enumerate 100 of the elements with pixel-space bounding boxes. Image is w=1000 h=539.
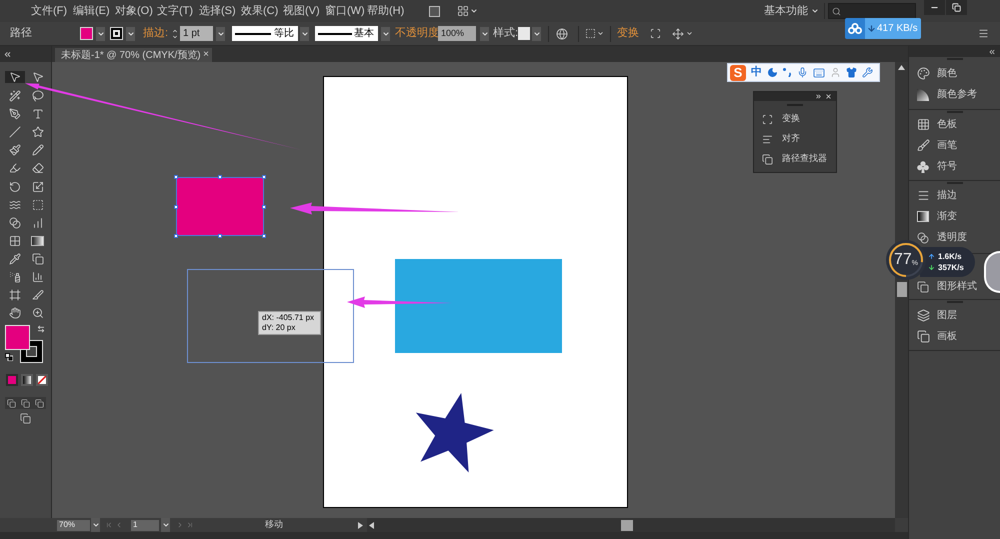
artboard-field[interactable]: 1 <box>131 520 159 530</box>
panel-item[interactable]: 路径查找器 <box>754 149 836 169</box>
menu-item[interactable]: 视图(V) <box>283 2 325 20</box>
panel-item[interactable]: 渐变 <box>916 210 957 223</box>
menu-item[interactable]: 帮助(H) <box>367 2 409 20</box>
style-swatch[interactable] <box>518 27 530 40</box>
swatch-grid-icon <box>916 118 930 131</box>
close-tab-button[interactable]: × <box>203 50 209 60</box>
caret-icon <box>162 521 170 529</box>
scroll-left-icon[interactable] <box>369 522 374 528</box>
panel-item[interactable]: 颜色参考 <box>916 88 977 101</box>
fill-color-box[interactable] <box>5 325 30 350</box>
stroke-weight-field[interactable]: 1 pt <box>180 26 213 41</box>
panel-item[interactable]: 变换 <box>754 109 836 129</box>
ime-mode-button[interactable]: 中 <box>751 67 762 78</box>
gradient-mode-button[interactable] <box>21 374 33 386</box>
draw-mode-button[interactable] <box>33 397 46 410</box>
scroll-up-icon[interactable] <box>898 65 905 70</box>
dropdown-button[interactable] <box>480 26 489 40</box>
selection-handle[interactable] <box>262 234 266 238</box>
horizontal-scrollbar[interactable] <box>367 518 895 532</box>
menu-item[interactable]: 文件(F) <box>31 2 73 20</box>
eyedropper-icon <box>8 252 20 265</box>
slash-line-icon <box>8 126 20 138</box>
caret-icon <box>811 7 819 15</box>
layers-icon <box>916 309 930 322</box>
rotate-icon <box>8 180 20 193</box>
dropdown-button[interactable] <box>532 26 541 40</box>
panel-item[interactable]: 符号 <box>916 160 957 173</box>
last-page-icon <box>186 521 194 529</box>
selection-handle[interactable] <box>174 175 178 179</box>
workspace-switcher[interactable]: 基本功能 <box>764 2 819 20</box>
paintbrush-icon <box>8 144 20 156</box>
selection-handle[interactable] <box>174 234 178 238</box>
overlapping-squares-icon <box>916 330 930 343</box>
align-left-icon <box>762 134 773 144</box>
width-profile-dropdown[interactable]: 等比 <box>232 26 298 41</box>
menu-item[interactable]: 对象(O) <box>115 2 157 20</box>
menu-item[interactable]: 编辑(E) <box>73 2 115 20</box>
selection-handle[interactable] <box>262 204 266 208</box>
dropdown-button[interactable] <box>300 26 309 40</box>
brush-dropdown[interactable]: 基本 <box>315 26 378 41</box>
draw-mode-button[interactable] <box>6 397 18 410</box>
dropdown-button[interactable] <box>216 26 225 40</box>
rising-bars-icon <box>32 216 44 229</box>
scrollbar-thumb[interactable] <box>621 520 633 530</box>
dropdown-button[interactable] <box>161 518 170 532</box>
caret-icon <box>686 30 693 37</box>
dashed-square-icon <box>32 198 44 211</box>
panel-item[interactable]: 描边 <box>916 189 957 202</box>
selection-handle[interactable] <box>174 204 178 208</box>
scrollbar-thumb[interactable] <box>896 282 906 297</box>
selection-handle[interactable] <box>218 234 222 238</box>
lasso-icon <box>32 90 44 102</box>
dropdown-button[interactable] <box>96 26 105 40</box>
panel-item[interactable]: 画板 <box>916 330 957 343</box>
magic-wand-icon <box>8 90 20 102</box>
panel-item[interactable]: 画笔 <box>916 139 957 152</box>
style-label: 样式: <box>493 26 518 42</box>
dropdown-button[interactable] <box>126 26 135 40</box>
transform-link[interactable]: 变换 <box>617 25 639 42</box>
lines-icon <box>916 189 930 202</box>
fill-swatch[interactable] <box>80 27 93 40</box>
opacity-field[interactable]: 100% <box>438 26 476 41</box>
caret-icon <box>597 30 604 37</box>
caret-icon <box>92 521 100 529</box>
panel-item[interactable]: 对齐 <box>754 129 836 149</box>
search-field[interactable] <box>828 3 916 19</box>
opacity-label[interactable]: 不透明度 <box>395 25 437 42</box>
play-arrow-icon[interactable] <box>358 522 363 528</box>
menu-item[interactable]: 文字(T) <box>157 2 199 20</box>
stroke-swatch[interactable] <box>110 27 123 40</box>
document-tab[interactable]: 未标题-1* @ 70% (CMYK/预览) × <box>55 48 212 62</box>
panel-item[interactable]: 透明度 <box>916 231 967 244</box>
menu-item[interactable]: 窗口(W) <box>325 2 367 20</box>
current-tool-label: 移动 <box>265 518 283 532</box>
panel-item[interactable]: 颜色 <box>916 67 957 80</box>
none-mode-button[interactable] <box>36 374 48 386</box>
screen-mode-button[interactable] <box>19 413 32 424</box>
dropdown-button[interactable] <box>381 26 390 40</box>
restore-button[interactable] <box>946 0 967 15</box>
mini-swatches-icon[interactable] <box>5 353 13 362</box>
gradient-square-icon <box>917 211 929 222</box>
gradient-square-icon <box>23 376 31 384</box>
square-icon[interactable] <box>429 6 440 16</box>
panel-item[interactable]: 图形样式 <box>916 280 977 293</box>
panel-item[interactable]: 色板 <box>916 118 957 131</box>
selection-handle[interactable] <box>218 175 222 179</box>
draw-mode-button[interactable] <box>19 397 32 410</box>
menu-item[interactable]: 效果(C) <box>241 2 283 20</box>
punctuation-icon[interactable] <box>783 68 792 77</box>
tool-button[interactable] <box>4 71 24 83</box>
zoom-field[interactable]: 70% <box>57 520 90 530</box>
menu-item[interactable]: 选择(S) <box>199 2 241 20</box>
panel-item[interactable]: 图层 <box>916 309 957 322</box>
close-icon <box>825 93 832 100</box>
download-speed: 357K/s <box>938 264 964 272</box>
dropdown-button[interactable] <box>91 518 100 532</box>
selection-handle[interactable] <box>262 175 266 179</box>
zoom-in-icon <box>32 307 44 320</box>
